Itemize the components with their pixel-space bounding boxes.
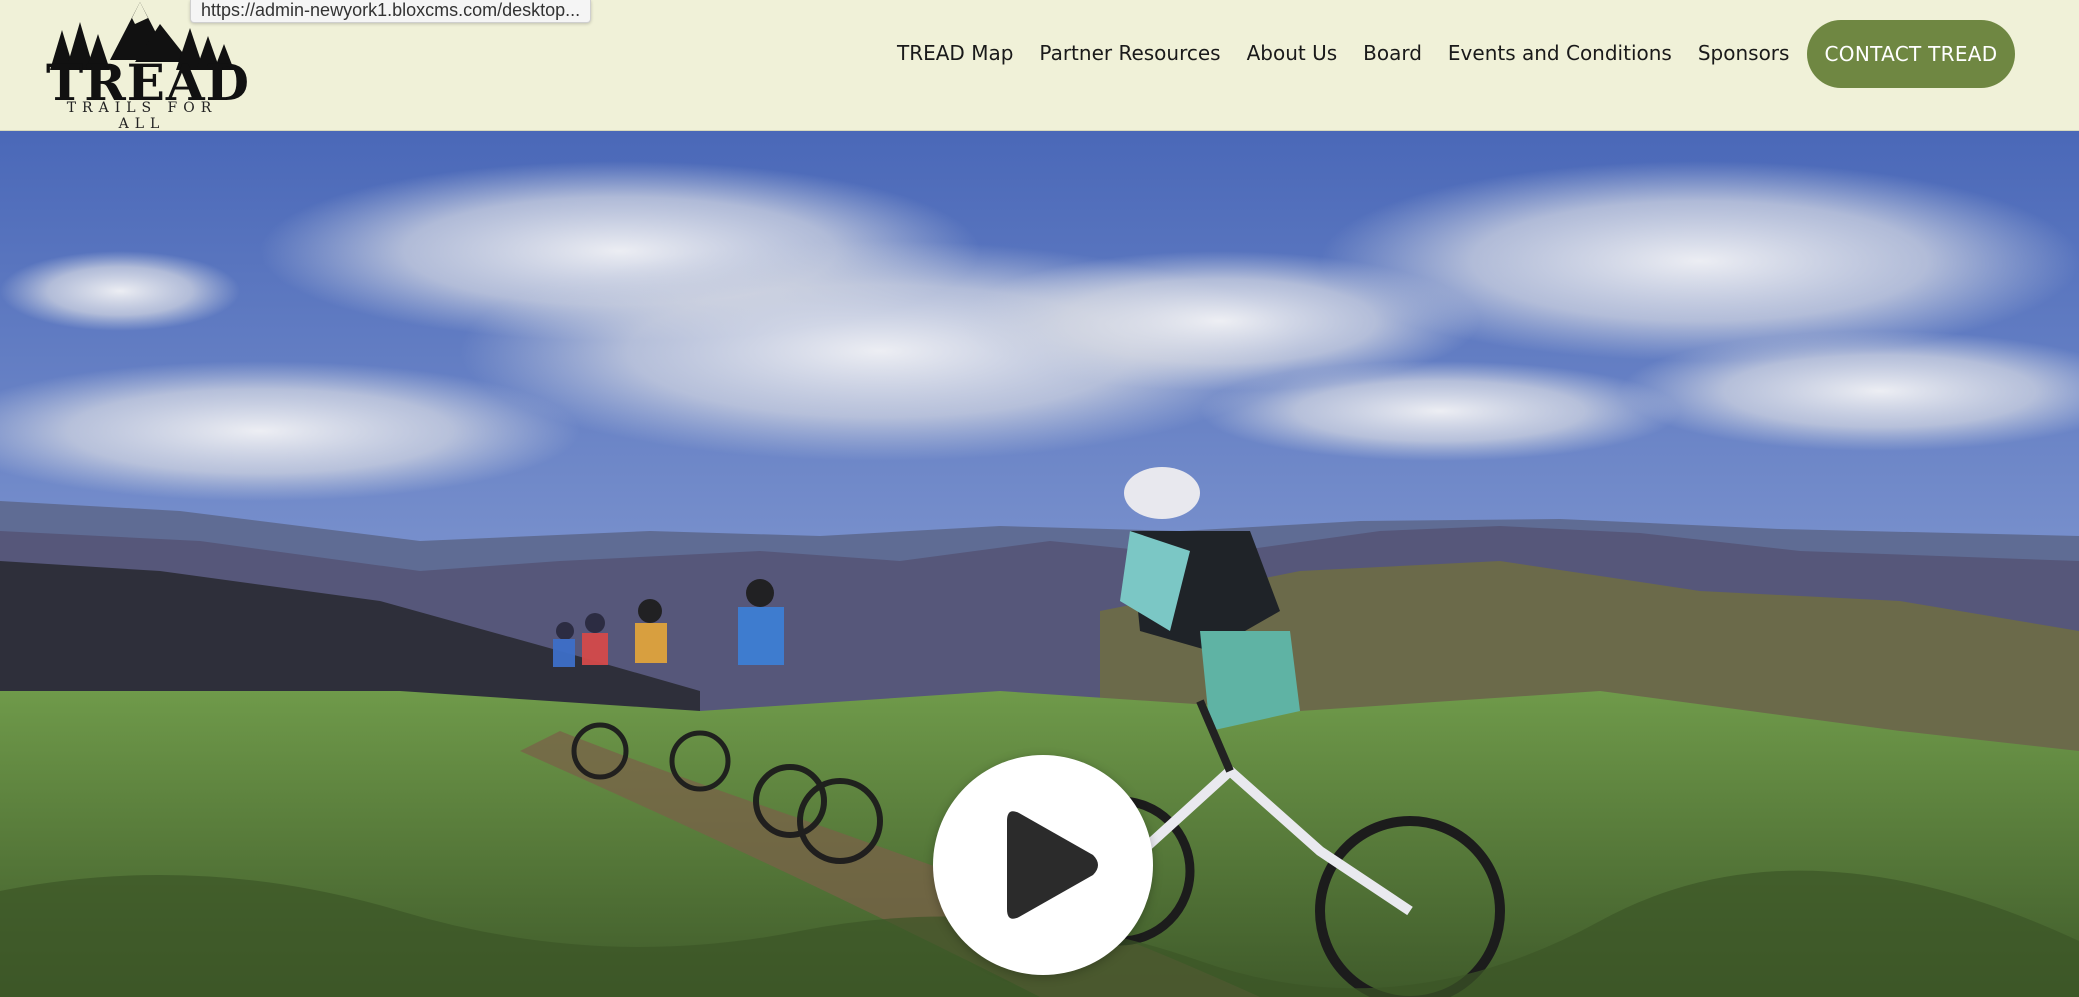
nav-item-tread-map[interactable]: TREAD Map	[897, 38, 1013, 68]
main-nav: TREAD Map Partner Resources About Us Boa…	[897, 38, 1815, 68]
nav-item-sponsors[interactable]: Sponsors	[1698, 38, 1790, 68]
play-icon	[1007, 811, 1098, 919]
nav-item-events-and-conditions[interactable]: Events and Conditions	[1448, 38, 1672, 68]
contact-tread-button[interactable]: CONTACT TREAD	[1807, 20, 2015, 88]
nav-item-about-us[interactable]: About Us	[1247, 38, 1338, 68]
nav-item-partner-resources[interactable]: Partner Resources	[1039, 38, 1220, 68]
hero-video[interactable]	[0, 131, 2079, 997]
play-video-button[interactable]	[933, 755, 1153, 975]
logo-tagline: TRAILS FOR ALL	[66, 100, 218, 132]
nav-item-board[interactable]: Board	[1363, 38, 1422, 68]
link-url-tooltip: https://admin-newyork1.bloxcms.com/deskt…	[190, 0, 592, 23]
